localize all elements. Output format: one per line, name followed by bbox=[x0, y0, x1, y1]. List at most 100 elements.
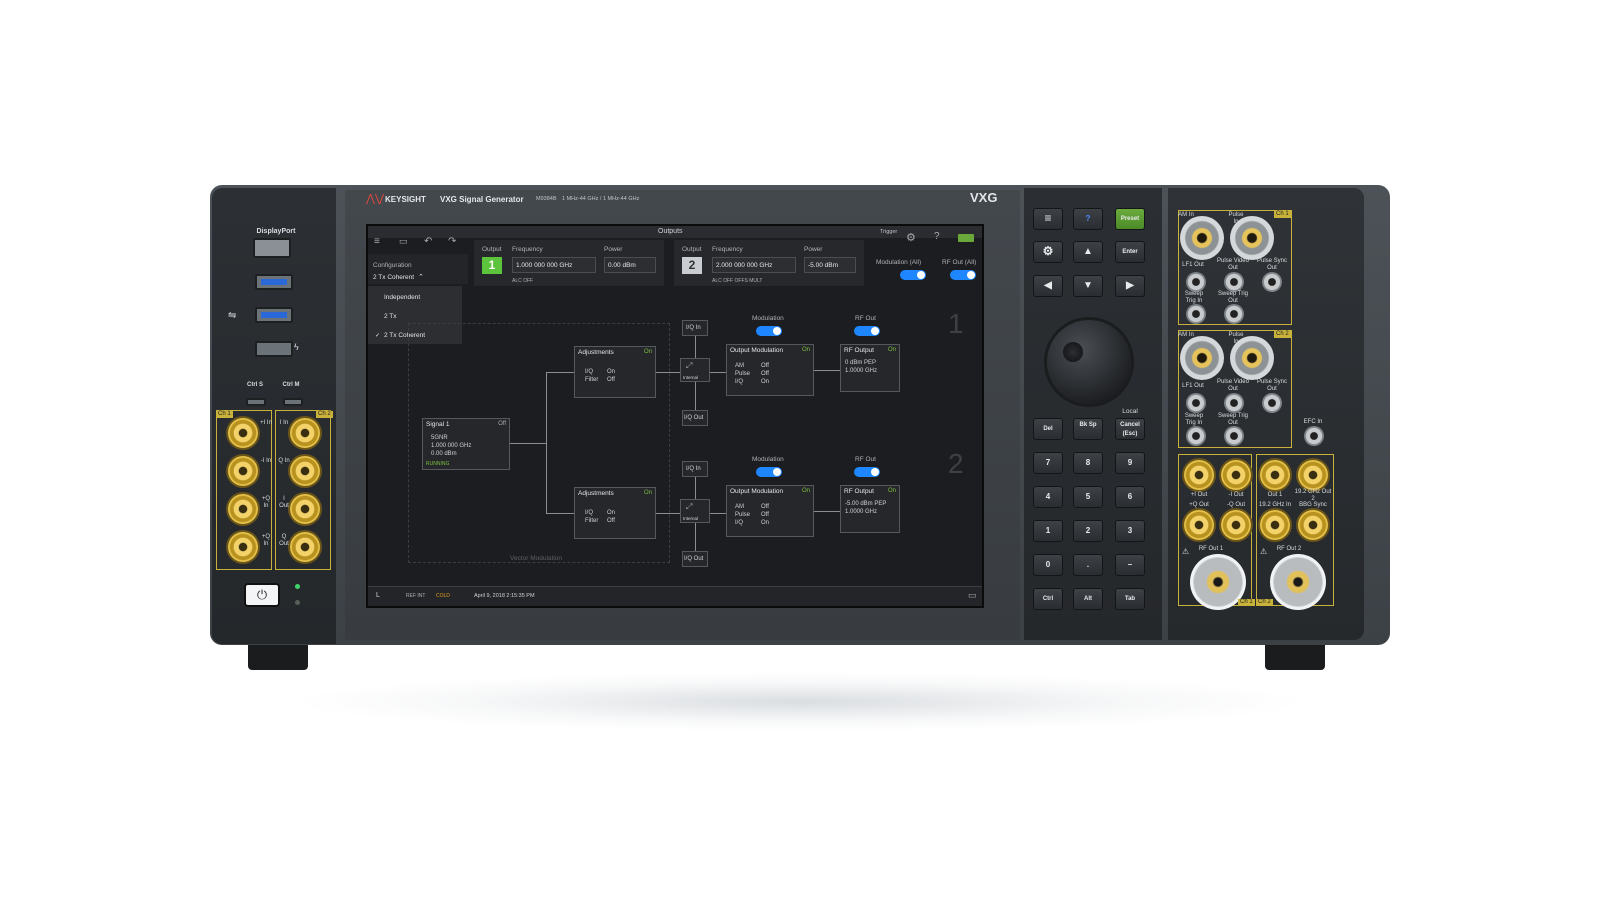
output2-frequency-field[interactable]: 2.000 000 000 GHz bbox=[712, 257, 796, 273]
ch2-rf-output-block[interactable]: RF Output On -5.00 dBm PEP 1.0000 GHz bbox=[840, 485, 900, 533]
plus-i-out-connector[interactable] bbox=[1184, 460, 1214, 490]
ch2-adjustments-block[interactable]: Adjustments On I/Q On Filter Off bbox=[574, 487, 656, 539]
enter-key[interactable]: Enter bbox=[1115, 241, 1145, 263]
usb-port-2[interactable] bbox=[255, 307, 293, 323]
rf-out-2-connector[interactable] bbox=[1270, 554, 1326, 610]
bbg-sync-connector[interactable] bbox=[1298, 510, 1328, 540]
help-key[interactable]: ? bbox=[1073, 208, 1103, 230]
signal1-block[interactable]: Signal 1 Off 5GNR 1.000 000 GHz 0.00 dBm… bbox=[422, 418, 510, 470]
usb-port-1[interactable] bbox=[255, 274, 293, 290]
digit-5-key[interactable]: 5 bbox=[1073, 486, 1103, 508]
output1-number[interactable]: 1 bbox=[482, 257, 502, 274]
ch1-sweep-trig-in-connector[interactable] bbox=[1186, 304, 1206, 324]
modulation-all-toggle[interactable] bbox=[900, 270, 926, 280]
out-1-connector[interactable] bbox=[1260, 460, 1290, 490]
ch2-i-in-connector[interactable] bbox=[290, 418, 320, 448]
alt-key[interactable]: Alt bbox=[1073, 588, 1103, 610]
ch2-lf1-out-connector[interactable] bbox=[1186, 393, 1206, 413]
rotary-knob[interactable] bbox=[1047, 320, 1131, 404]
ch2-output-modulation-block[interactable]: Output Modulation On AM Off Pulse Off I/… bbox=[726, 485, 814, 537]
ch2-i-out-connector[interactable] bbox=[290, 494, 320, 524]
ch1-iq-out-block[interactable]: I/Q Out bbox=[682, 410, 708, 426]
digit-4-key[interactable]: 4 bbox=[1033, 486, 1063, 508]
plus-q-out-connector[interactable] bbox=[1184, 510, 1214, 540]
minus-key[interactable]: – bbox=[1115, 554, 1145, 576]
settings-key[interactable]: ⚙ bbox=[1033, 241, 1063, 263]
ch1-plus-q-in-connector[interactable] bbox=[228, 494, 258, 524]
configuration-value[interactable]: 2 Tx Coherent bbox=[373, 274, 414, 281]
displayport-port[interactable] bbox=[253, 238, 291, 258]
ch1-pulse-video-out-connector[interactable] bbox=[1224, 272, 1244, 292]
ctrl-key[interactable]: Ctrl bbox=[1033, 588, 1063, 610]
menu-key[interactable]: ≡ bbox=[1033, 208, 1063, 230]
digit-6-key[interactable]: 6 bbox=[1115, 486, 1145, 508]
digit-7-key[interactable]: 7 bbox=[1033, 452, 1063, 474]
ch2-iq-out-block[interactable]: I/Q Out bbox=[682, 551, 708, 567]
output1-power-field[interactable]: 0.00 dBm bbox=[604, 257, 656, 273]
cancel-esc-key[interactable]: Cancel (Esc) bbox=[1115, 418, 1145, 440]
ch2-iq-switch[interactable]: ⤢ Internal bbox=[680, 499, 710, 523]
ch2-pulse-sync-out-connector[interactable] bbox=[1262, 393, 1282, 413]
ch2-iq-in-block[interactable]: I/Q In bbox=[682, 461, 708, 477]
ch1-q-in-connector[interactable] bbox=[228, 532, 258, 562]
folder-icon[interactable]: ▭ bbox=[399, 236, 408, 247]
hamburger-menu-icon[interactable]: ≡ bbox=[374, 236, 380, 247]
digit-1-key[interactable]: 1 bbox=[1033, 520, 1063, 542]
tab-key[interactable]: Tab bbox=[1115, 588, 1145, 610]
ch1-pulse-sync-out-connector[interactable] bbox=[1262, 272, 1282, 292]
ch2-q-out-connector[interactable] bbox=[290, 532, 320, 562]
ch2-sweep-trig-in-connector[interactable] bbox=[1186, 426, 1206, 446]
help-icon[interactable]: ? bbox=[934, 231, 940, 242]
power-button[interactable]: ⏻ bbox=[244, 583, 280, 607]
ch1-rf-output-block[interactable]: RF Output On 0 dBm PEP 1.0000 GHz bbox=[840, 344, 900, 392]
ch2-q-in-connector[interactable] bbox=[290, 456, 320, 486]
trigger-label[interactable]: Trigger bbox=[880, 229, 897, 235]
ch1-am-in-connector[interactable] bbox=[1180, 216, 1224, 260]
chevron-up-icon[interactable]: ⌃ bbox=[418, 273, 424, 281]
ch2-sweep-trig-out-connector[interactable] bbox=[1224, 426, 1244, 446]
minus-i-out-connector[interactable] bbox=[1221, 460, 1251, 490]
digit-8-key[interactable]: 8 bbox=[1073, 452, 1103, 474]
message-icon[interactable]: ▭ bbox=[968, 590, 977, 601]
output1-frequency-field[interactable]: 1.000 000 000 GHz bbox=[512, 257, 596, 273]
arrow-left-key[interactable]: ◀ bbox=[1033, 275, 1063, 297]
redo-icon[interactable]: ↷ bbox=[448, 236, 456, 247]
ctrl-s-port[interactable] bbox=[246, 398, 266, 406]
ctrl-m-port[interactable] bbox=[283, 398, 303, 406]
decimal-key[interactable]: . bbox=[1073, 554, 1103, 576]
ch1-adjustments-block[interactable]: Adjustments On I/Q On Filter Off bbox=[574, 346, 656, 398]
arrow-up-key[interactable]: ▲ bbox=[1073, 241, 1103, 263]
arrow-right-key[interactable]: ▶ bbox=[1115, 275, 1145, 297]
rf-out-all-toggle[interactable] bbox=[950, 270, 976, 280]
config-option-independent[interactable]: Independent bbox=[384, 294, 420, 301]
preset-key[interactable]: Preset bbox=[1115, 208, 1145, 230]
ch2-modulation-toggle[interactable] bbox=[756, 467, 782, 477]
del-key[interactable]: Del bbox=[1033, 418, 1063, 440]
ch1-rf-out-toggle[interactable] bbox=[854, 326, 880, 336]
ch1-plus-i-in-connector[interactable] bbox=[228, 418, 258, 448]
ch1-iq-in-block[interactable]: I/Q In bbox=[682, 320, 708, 336]
output2-number[interactable]: 2 bbox=[682, 257, 702, 274]
out-2-connector[interactable] bbox=[1298, 460, 1328, 490]
ch2-rf-out-toggle[interactable] bbox=[854, 467, 880, 477]
digit-3-key[interactable]: 3 bbox=[1115, 520, 1145, 542]
minus-q-out-connector[interactable] bbox=[1221, 510, 1251, 540]
ghz-in-connector[interactable] bbox=[1260, 510, 1290, 540]
arrow-down-key[interactable]: ▼ bbox=[1073, 275, 1103, 297]
usb-port-3[interactable] bbox=[255, 341, 293, 357]
ch1-sweep-trig-out-connector[interactable] bbox=[1224, 304, 1244, 324]
settings-gear-icon[interactable]: ⚙ bbox=[906, 231, 916, 244]
undo-icon[interactable]: ↶ bbox=[424, 236, 432, 247]
digit-9-key[interactable]: 9 bbox=[1115, 452, 1145, 474]
ch1-iq-switch[interactable]: ⤢ Internal bbox=[680, 358, 710, 382]
digit-0-key[interactable]: 0 bbox=[1033, 554, 1063, 576]
digit-2-key[interactable]: 2 bbox=[1073, 520, 1103, 542]
ch1-modulation-toggle[interactable] bbox=[756, 326, 782, 336]
ch1-minus-i-in-connector[interactable] bbox=[228, 456, 258, 486]
output2-power-field[interactable]: -5.00 dBm bbox=[804, 257, 856, 273]
backspace-key[interactable]: Bk Sp bbox=[1073, 418, 1103, 440]
ch1-output-modulation-block[interactable]: Output Modulation On AM Off Pulse Off I/… bbox=[726, 344, 814, 396]
ch1-lf1-out-connector[interactable] bbox=[1186, 272, 1206, 292]
efc-in-connector[interactable] bbox=[1304, 426, 1324, 446]
config-option-2tx[interactable]: 2 Tx bbox=[384, 313, 397, 320]
